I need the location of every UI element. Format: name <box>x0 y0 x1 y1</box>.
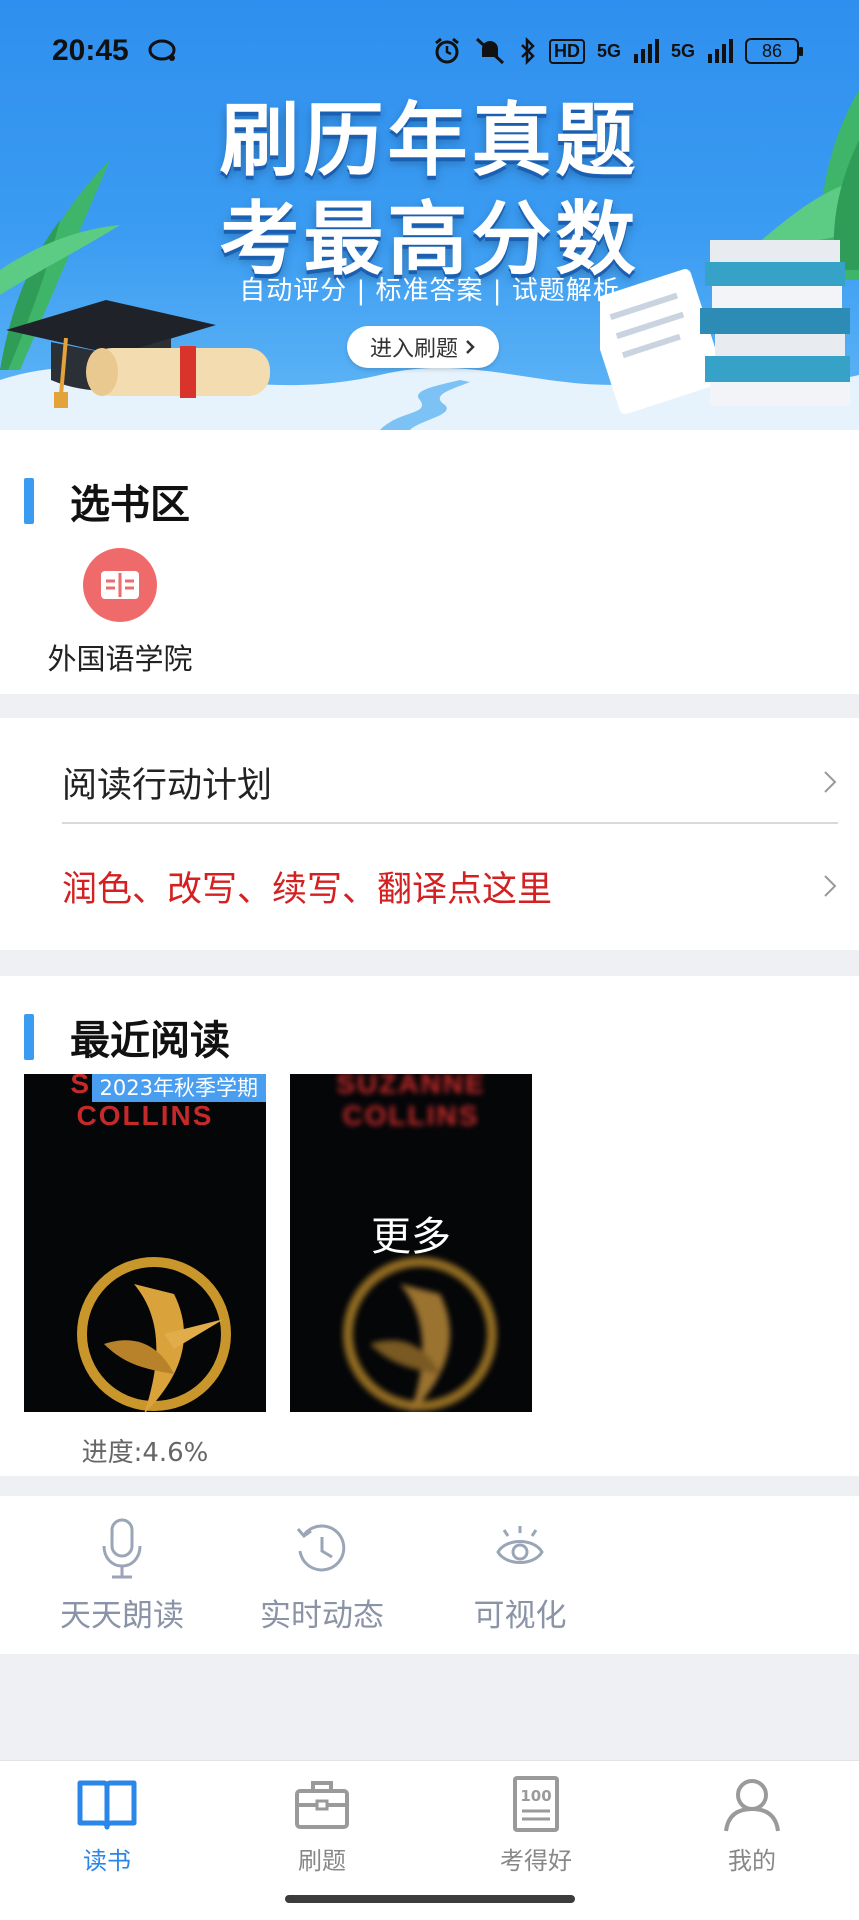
bluetooth-icon <box>521 37 535 65</box>
battery-indicator: 86 <box>745 38 803 64</box>
book-select-header: 选书区 <box>24 472 190 530</box>
book-select-title: 选书区 <box>70 482 190 528</box>
status-time: 20:45 <box>52 34 129 67</box>
nav-label-practice: 刷题 <box>298 1847 346 1875</box>
promo-banner[interactable]: 20:45 HD 5G 5G 86 刷历年真题 考最高分数 自动评分 | 标准答… <box>0 0 859 430</box>
mockingjay-emblem <box>77 1257 231 1412</box>
hd-indicator: HD <box>548 38 585 64</box>
book-icon <box>83 548 157 622</box>
semester-tag: 2023年秋季学期 <box>91 1074 266 1102</box>
nav-label-score: 考得好 <box>500 1847 572 1875</box>
app-screen: 20:45 HD 5G 5G 86 刷历年真题 考最高分数 自动评分 | 标准答… <box>0 0 859 1920</box>
visualization-label: 可视化 <box>473 1598 567 1634</box>
more-books-button[interactable]: SUZANNE COLLINS 更多 <box>290 1074 532 1412</box>
daily-reading-shortcut[interactable]: 天天朗读 <box>22 1516 222 1635</box>
feature-shortcuts: 天天朗读 实时动态 可视化 <box>0 1496 859 1654</box>
nav-tab-mine[interactable]: 我的 <box>672 1771 832 1876</box>
person-icon <box>672 1771 832 1837</box>
open-book-icon <box>27 1771 187 1837</box>
score-paper-icon: 100 <box>456 1771 616 1837</box>
diploma-decoration <box>86 346 270 398</box>
reading-progress: 进度:4.6% <box>81 1438 209 1468</box>
nav-tab-score[interactable]: 100 考得好 <box>456 1771 616 1876</box>
recent-reading-title: 最近阅读 <box>70 1018 230 1064</box>
chevron-right-icon <box>466 340 475 354</box>
svg-text:100: 100 <box>520 1787 551 1805</box>
chevron-right-icon <box>824 875 837 897</box>
recent-reading-section: 最近阅读 SUZANNE COLLINS 2023年秋季学期 进度:4.6% S… <box>0 976 859 1476</box>
recent-book-cover[interactable]: SUZANNE COLLINS 2023年秋季学期 <box>24 1074 266 1412</box>
book-source-item[interactable]: 外国语学院 <box>40 548 200 678</box>
chat-bubble-icon <box>148 39 176 61</box>
nav-tab-practice[interactable]: 刷题 <box>242 1771 402 1876</box>
home-indicator[interactable] <box>285 1895 575 1903</box>
network-5g-1: 5G <box>596 40 621 61</box>
more-label: 更多 <box>371 1214 451 1260</box>
live-updates-shortcut[interactable]: 实时动态 <box>222 1516 422 1635</box>
writing-tools-label: 润色、改写、续写、翻译点这里 <box>62 869 553 910</box>
mute-bell-icon <box>475 37 504 65</box>
banner-subtitle: 自动评分 | 标准答案 | 试题解析 <box>239 276 620 306</box>
history-icon <box>222 1516 422 1582</box>
visualization-shortcut[interactable]: 可视化 <box>420 1516 620 1635</box>
writing-tools-row[interactable]: 润色、改写、续写、翻译点这里 <box>62 822 838 950</box>
daily-reading-label: 天天朗读 <box>60 1598 184 1634</box>
menu-section: 阅读行动计划 润色、改写、续写、翻译点这里 <box>0 718 859 950</box>
nav-label-reading: 读书 <box>83 1847 131 1875</box>
chevron-right-icon <box>824 771 837 793</box>
eye-icon <box>420 1516 620 1582</box>
nav-label-mine: 我的 <box>728 1847 776 1875</box>
enter-practice-label: 进入刷题 <box>369 337 458 362</box>
live-updates-label: 实时动态 <box>260 1598 384 1634</box>
cover-author-text: SUZANNE COLLINS <box>336 1074 486 1131</box>
toolbox-icon <box>242 1771 402 1837</box>
signal-icon-1 <box>633 39 659 63</box>
nav-tab-reading[interactable]: 读书 <box>27 1771 187 1876</box>
section-bar <box>24 478 34 524</box>
section-bar <box>24 1014 34 1060</box>
book-source-label: 外国语学院 <box>47 642 193 676</box>
book-select-section: 选书区 外国语学院 <box>0 430 859 694</box>
recent-reading-header: 最近阅读 <box>24 1008 230 1066</box>
microphone-icon <box>22 1516 222 1582</box>
network-5g-2: 5G <box>670 40 695 61</box>
status-icons: HD 5G 5G 86 <box>433 34 803 68</box>
alarm-icon <box>435 37 459 64</box>
signal-icon-2 <box>708 39 733 63</box>
enter-practice-button[interactable]: 进入刷题 <box>347 326 499 368</box>
reading-plan-label: 阅读行动计划 <box>62 765 273 806</box>
